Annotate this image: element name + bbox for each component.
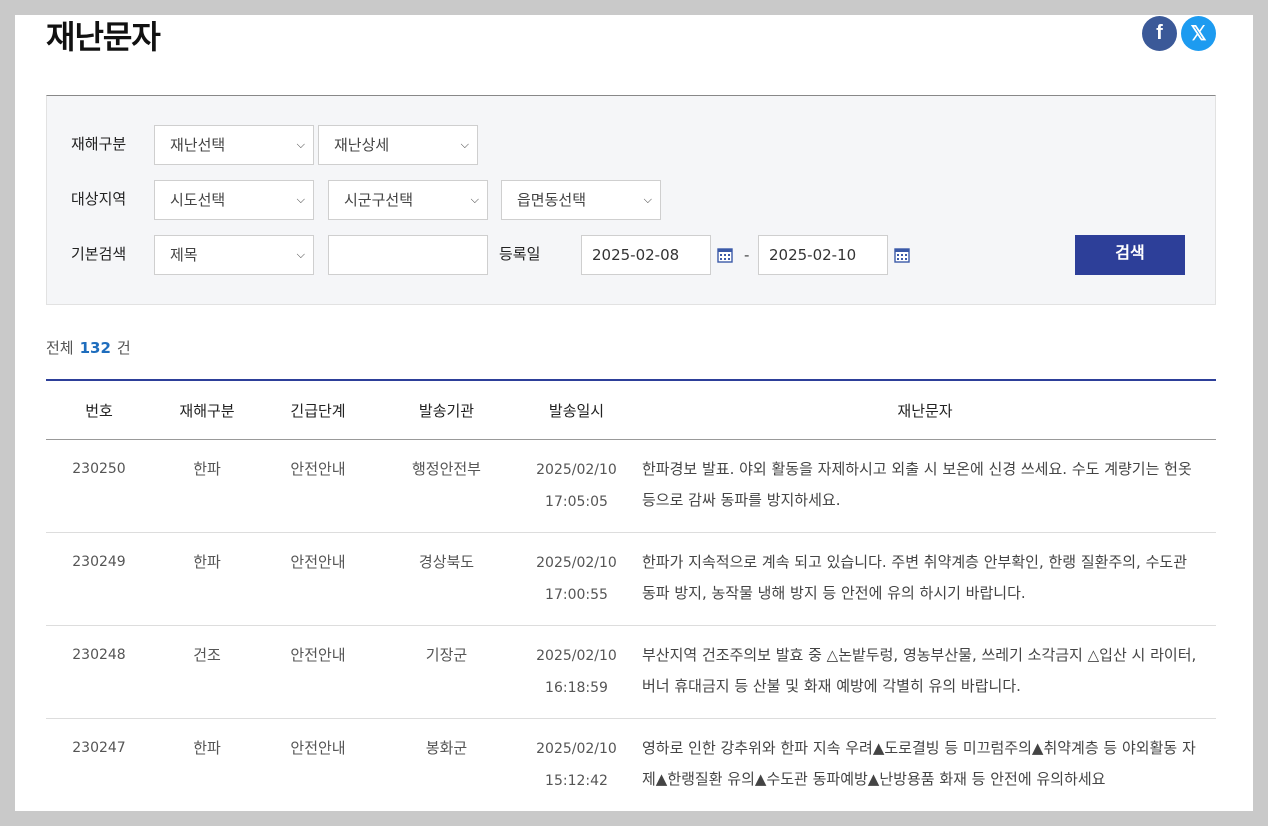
- chevron-down-icon: ⌵: [296, 193, 305, 206]
- row-message[interactable]: 영하로 인한 강추위와 한파 지속 우려▲도로결빙 등 미끄럼주의▲취약계층 등…: [634, 718, 1216, 811]
- disaster-select-value: 재난선택: [170, 136, 226, 154]
- table-row[interactable]: 230249 한파 안전안내 경상북도 2025/02/10 17:00:55 한…: [46, 532, 1216, 626]
- date-from-input[interactable]: 2025-02-08: [581, 235, 711, 275]
- header-message: 재난문자: [634, 380, 1216, 440]
- eupmyeondong-value: 읍면동선택: [517, 191, 587, 209]
- table-row[interactable]: 230250 한파 안전안내 행정안전부 2025/02/10 17:05:05 …: [46, 439, 1216, 533]
- chevron-down-icon: ⌵: [296, 138, 305, 151]
- sido-select[interactable]: 시도선택 ⌵: [154, 180, 314, 220]
- sigungu-value: 시군구선택: [344, 191, 414, 209]
- row-type: 한파: [152, 718, 262, 811]
- disaster-message-table: 번호 재해구분 긴급단계 발송기관 발송일시 재난문자 230250 한파 안전…: [46, 379, 1216, 811]
- row-no: 230247: [46, 718, 152, 811]
- row-agency: 봉화군: [374, 718, 519, 811]
- row-no: 230250: [46, 439, 152, 533]
- row-type: 한파: [152, 532, 262, 626]
- row-type: 한파: [152, 439, 262, 533]
- disaster-type-label: 재해구분: [71, 135, 127, 153]
- total-count-value: 132: [79, 339, 111, 357]
- total-unit: 건: [116, 339, 131, 357]
- row-time: 17:05:05: [545, 494, 608, 510]
- eupmyeondong-select[interactable]: 읍면동선택 ⌵: [501, 180, 661, 220]
- total-label: 전체: [46, 339, 74, 357]
- facebook-share-button[interactable]: f: [1142, 16, 1177, 51]
- row-message[interactable]: 한파가 지속적으로 계속 되고 있습니다. 주변 취약계층 안부확인, 한랭 질…: [634, 532, 1216, 626]
- row-message[interactable]: 부산지역 건조주의보 발효 중 △논밭두렁, 영농부산물, 쓰레기 소각금지 △…: [634, 625, 1216, 719]
- chevron-down-icon: ⌵: [296, 248, 305, 261]
- date-separator: -: [744, 246, 750, 264]
- page-frame: 재난문자 f 𝕏 재해구분 재난선택 ⌵ 재난상세 ⌵ 대상지역 시도선택 ⌵ …: [15, 15, 1253, 811]
- header-no: 번호: [46, 380, 152, 440]
- social-share: f 𝕏: [1142, 16, 1216, 51]
- facebook-icon: f: [1156, 22, 1163, 44]
- row-sent-at: 2025/02/10 17:05:05: [519, 439, 634, 533]
- row-time: 17:00:55: [545, 587, 608, 603]
- table-header-row: 번호 재해구분 긴급단계 발송기관 발송일시 재난문자: [46, 380, 1216, 440]
- chevron-down-icon: ⌵: [460, 138, 469, 151]
- x-icon: 𝕏: [1190, 23, 1207, 45]
- row-level: 안전안내: [262, 625, 374, 719]
- row-type: 건조: [152, 625, 262, 719]
- row-sent-at: 2025/02/10 16:18:59: [519, 625, 634, 719]
- row-date: 2025/02/10: [536, 462, 617, 478]
- header-type: 재해구분: [152, 380, 262, 440]
- row-no: 230249: [46, 532, 152, 626]
- region-label: 대상지역: [71, 190, 127, 208]
- chevron-down-icon: ⌵: [470, 193, 479, 206]
- row-time: 16:18:59: [545, 680, 608, 696]
- row-sent-at: 2025/02/10 17:00:55: [519, 532, 634, 626]
- header-agency: 발송기관: [374, 380, 519, 440]
- row-no: 230248: [46, 625, 152, 719]
- disaster-detail-select[interactable]: 재난상세 ⌵: [318, 125, 478, 165]
- table-row[interactable]: 230247 한파 안전안내 봉화군 2025/02/10 15:12:42 영하…: [46, 718, 1216, 811]
- row-date: 2025/02/10: [536, 555, 617, 571]
- row-sent-at: 2025/02/10 15:12:42: [519, 718, 634, 811]
- sido-value: 시도선택: [170, 191, 226, 209]
- row-level: 안전안내: [262, 532, 374, 626]
- row-agency: 기장군: [374, 625, 519, 719]
- basic-search-label: 기본검색: [71, 245, 127, 263]
- row-time: 15:12:42: [545, 773, 608, 789]
- sigungu-select[interactable]: 시군구선택 ⌵: [328, 180, 488, 220]
- row-level: 안전안내: [262, 718, 374, 811]
- chevron-down-icon: ⌵: [643, 193, 652, 206]
- x-share-button[interactable]: 𝕏: [1181, 16, 1216, 51]
- row-message[interactable]: 한파경보 발표. 야외 활동을 자제하시고 외출 시 보온에 신경 쓰세요. 수…: [634, 439, 1216, 533]
- search-field-select[interactable]: 제목 ⌵: [154, 235, 314, 275]
- header-sent-at: 발송일시: [519, 380, 634, 440]
- disaster-select[interactable]: 재난선택 ⌵: [154, 125, 314, 165]
- row-agency: 행정안전부: [374, 439, 519, 533]
- date-to-input[interactable]: 2025-02-10: [758, 235, 888, 275]
- calendar-icon[interactable]: [717, 247, 733, 263]
- disaster-detail-value: 재난상세: [334, 136, 390, 154]
- page-title: 재난문자: [46, 18, 161, 56]
- search-button[interactable]: 검색: [1075, 235, 1185, 275]
- search-field-value: 제목: [170, 246, 198, 264]
- row-date: 2025/02/10: [536, 648, 617, 664]
- table-row[interactable]: 230248 건조 안전안내 기장군 2025/02/10 16:18:59 부산…: [46, 625, 1216, 719]
- search-panel: 재해구분 재난선택 ⌵ 재난상세 ⌵ 대상지역 시도선택 ⌵ 시군구선택 ⌵ 읍…: [46, 95, 1216, 305]
- calendar-icon[interactable]: [894, 247, 910, 263]
- row-date: 2025/02/10: [536, 741, 617, 757]
- row-level: 안전안내: [262, 439, 374, 533]
- row-agency: 경상북도: [374, 532, 519, 626]
- header-level: 긴급단계: [262, 380, 374, 440]
- keyword-input[interactable]: [328, 235, 488, 275]
- reg-date-label: 등록일: [499, 245, 541, 263]
- total-count: 전체 132 건: [46, 337, 131, 358]
